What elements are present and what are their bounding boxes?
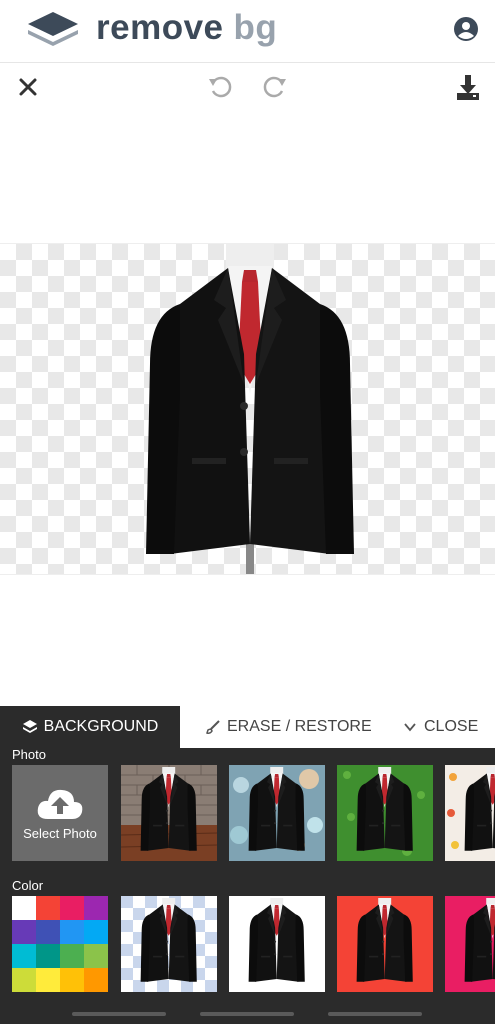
- palette-swatch: [12, 944, 36, 968]
- nav-back-handle[interactable]: [72, 1012, 166, 1016]
- palette-swatch: [60, 944, 84, 968]
- brand-remove: remove: [96, 8, 224, 47]
- palette-swatch: [84, 944, 108, 968]
- brush-icon: [206, 720, 220, 734]
- palette-swatch: [12, 896, 36, 920]
- cloud-upload-icon: [37, 789, 83, 819]
- image-canvas[interactable]: [0, 243, 495, 575]
- palette-swatch: [36, 968, 60, 992]
- color-palette-button[interactable]: [12, 896, 108, 992]
- color-section-label: Color: [12, 878, 44, 893]
- tab-close-label: CLOSE: [424, 718, 479, 735]
- palette-swatch: [60, 968, 84, 992]
- tab-background-label: BACKGROUND: [43, 718, 159, 735]
- palette-swatch: [36, 896, 60, 920]
- palette-swatch: [84, 896, 108, 920]
- photo-bg-grass[interactable]: [337, 765, 433, 861]
- layers-logo-icon[interactable]: [26, 10, 80, 48]
- photo-bg-fruit-pattern[interactable]: [445, 765, 495, 861]
- select-photo-button[interactable]: Select Photo: [12, 765, 108, 861]
- app-header: remove bg: [0, 0, 495, 63]
- suit-cutout-image: [146, 244, 354, 574]
- nav-recents-handle[interactable]: [328, 1012, 422, 1016]
- undo-icon[interactable]: [207, 73, 233, 99]
- tab-erase-restore-label: ERASE / RESTORE: [227, 718, 372, 735]
- brand-bg: bg: [233, 8, 278, 47]
- photo-bg-brick-wall[interactable]: [121, 765, 217, 861]
- chevron-down-icon: [404, 723, 416, 732]
- photo-section-label: Photo: [12, 747, 46, 762]
- palette-swatch: [12, 968, 36, 992]
- account-circle-icon[interactable]: [453, 16, 479, 42]
- color-bg-transparent[interactable]: [121, 896, 217, 992]
- background-panel: BACKGROUND ERASE / RESTORE CLOSE Photo S…: [0, 706, 495, 1024]
- color-bg-white[interactable]: [229, 896, 325, 992]
- close-icon[interactable]: [18, 77, 38, 97]
- brand-wordmark[interactable]: remove bg: [96, 8, 277, 48]
- palette-swatch: [60, 896, 84, 920]
- palette-swatch: [60, 920, 84, 944]
- tab-erase-restore[interactable]: ERASE / RESTORE: [205, 706, 372, 748]
- photo-bg-bokeh[interactable]: [229, 765, 325, 861]
- palette-swatch: [84, 920, 108, 944]
- nav-home-handle[interactable]: [200, 1012, 294, 1016]
- layers-icon: [22, 720, 37, 733]
- redo-icon[interactable]: [262, 73, 288, 99]
- palette-swatch: [84, 968, 108, 992]
- color-bg-red[interactable]: [337, 896, 433, 992]
- tab-background[interactable]: BACKGROUND: [0, 706, 180, 748]
- tab-close[interactable]: CLOSE: [402, 706, 478, 748]
- palette-swatch: [12, 920, 36, 944]
- palette-swatch: [36, 920, 60, 944]
- system-nav-bar: [0, 1004, 495, 1024]
- panel-tabs: BACKGROUND ERASE / RESTORE CLOSE: [0, 706, 495, 748]
- download-icon[interactable]: [455, 73, 481, 101]
- select-photo-label: Select Photo: [23, 826, 97, 841]
- palette-swatch: [36, 944, 60, 968]
- color-bg-pink[interactable]: [445, 896, 495, 992]
- editor-toolbar: [0, 63, 495, 113]
